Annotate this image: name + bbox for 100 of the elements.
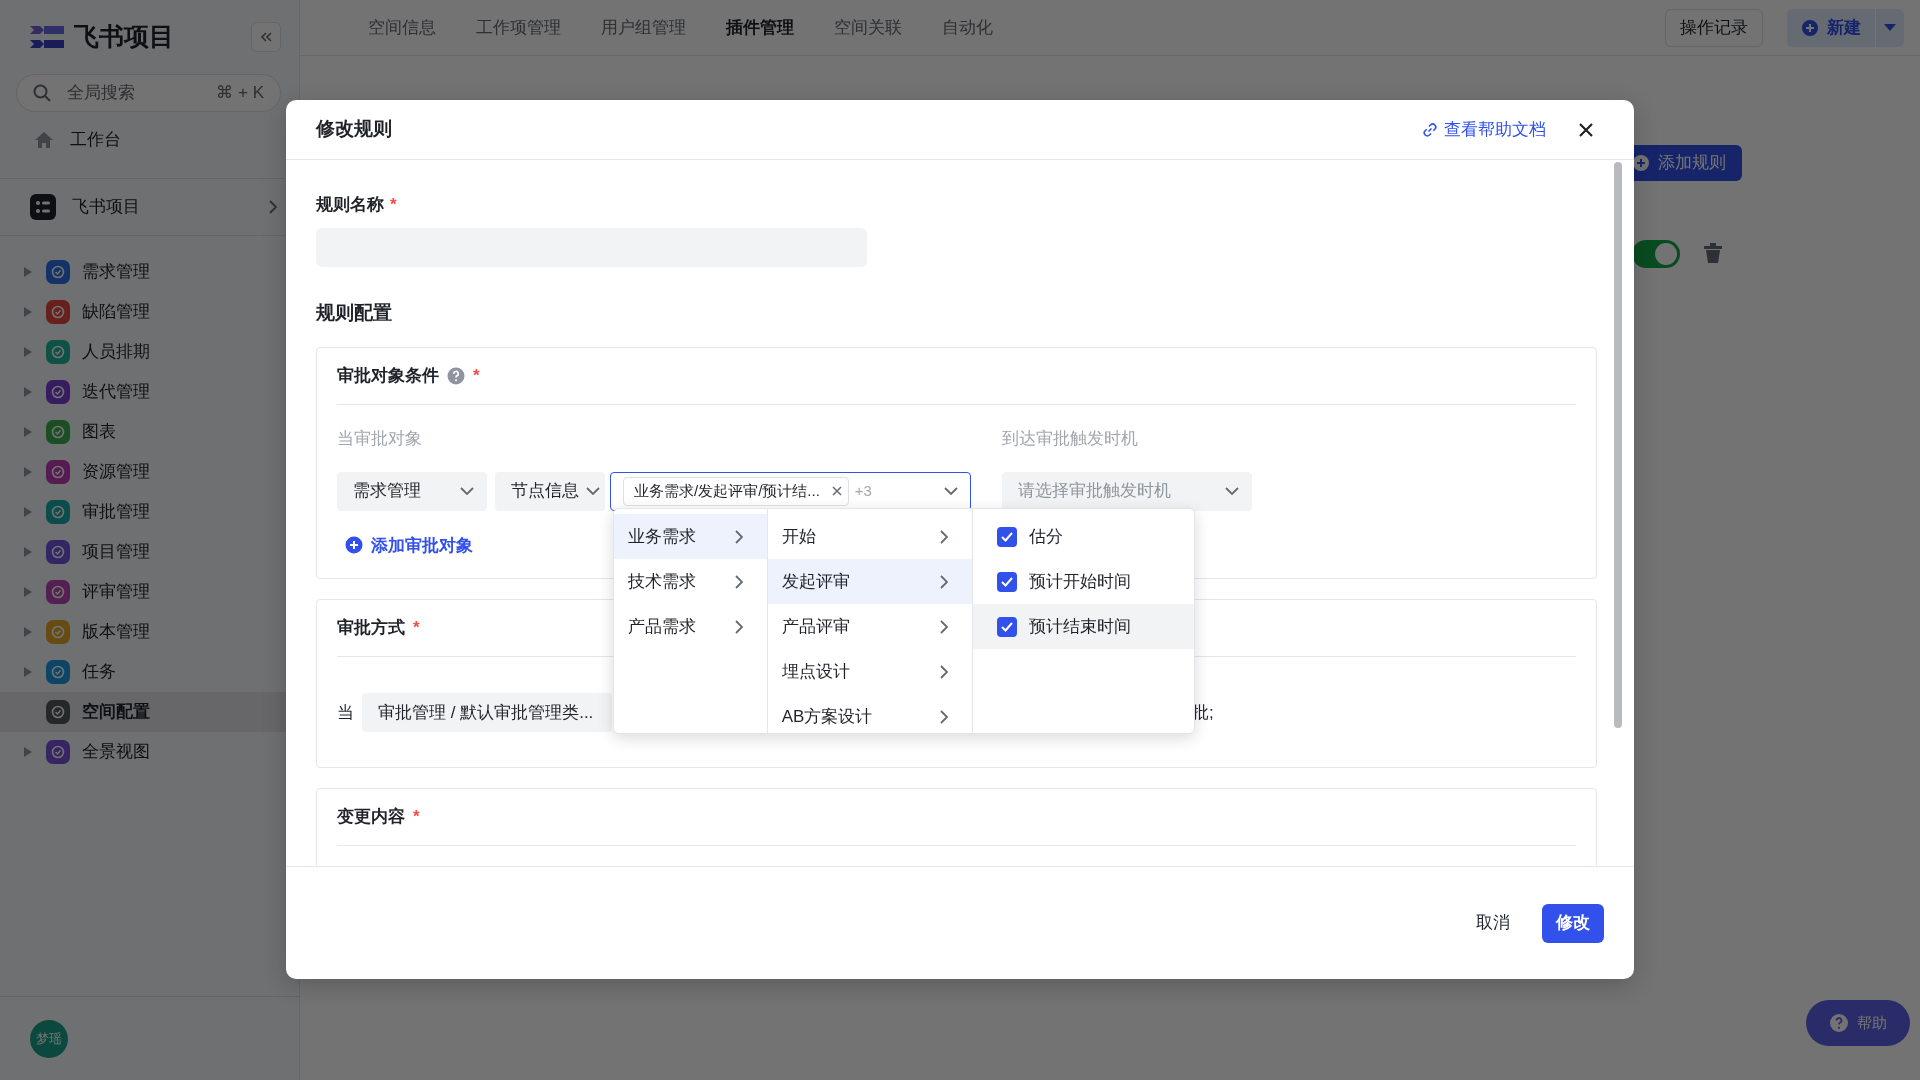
checkbox[interactable]: [997, 526, 1018, 547]
expand-icon: [24, 667, 32, 677]
menu-item[interactable]: 开始: [767, 514, 973, 559]
menu-item[interactable]: 发起评审: [767, 559, 973, 604]
menu-item[interactable]: 埋点设计: [767, 649, 973, 694]
check-icon: [1001, 621, 1014, 632]
chevron-right-icon: [734, 529, 743, 544]
menu-item[interactable]: AB方案设计: [767, 694, 973, 733]
sidebar-item[interactable]: 评审管理: [0, 572, 299, 612]
link-icon: [1422, 121, 1438, 138]
chevron-right-icon: [269, 200, 277, 214]
field-label: 到达审批触发时机: [1002, 428, 1139, 450]
close-icon[interactable]: [831, 486, 842, 496]
select-field[interactable]: 审批管理 / 默认审批管理类...: [362, 693, 612, 732]
dropdown-toggle-button[interactable]: [1876, 8, 1904, 47]
nav-tab[interactable]: 空间信息: [348, 14, 456, 41]
expand-icon: [24, 387, 32, 397]
expand-icon: [24, 267, 32, 277]
sidebar-item[interactable]: 需求管理: [0, 252, 299, 292]
section-heading: 规则配置: [316, 300, 393, 325]
sidebar-item[interactable]: 全景视图: [0, 732, 299, 772]
checkbox[interactable]: [997, 616, 1018, 637]
nav-tab[interactable]: 空间关联: [814, 14, 922, 41]
selected-tag: 业务需求/发起评审/预计结...: [623, 476, 849, 506]
expand-icon: [24, 307, 32, 317]
condition-text: 当: [337, 701, 354, 724]
chevron-right-icon: [734, 574, 743, 589]
chevron-right-icon: [734, 619, 743, 634]
nav-tab[interactable]: 用户组管理: [581, 14, 706, 41]
expand-icon: [24, 467, 32, 477]
menu-item[interactable]: 业务需求: [614, 514, 767, 559]
chevron-down-icon: [460, 487, 474, 495]
select-field[interactable]: 需求管理: [337, 471, 487, 511]
sidebar-item[interactable]: 缺陷管理: [0, 292, 299, 332]
sidebar-item[interactable]: 资源管理: [0, 452, 299, 492]
chevron-right-icon: [940, 574, 949, 589]
workbench-item[interactable]: 工作台: [0, 118, 299, 162]
sidebar-item[interactable]: 人员排期: [0, 332, 299, 372]
close-icon: [1578, 121, 1594, 138]
nav-tab[interactable]: 插件管理: [706, 14, 814, 41]
multi-select-field[interactable]: 业务需求/发起评审/预计结... +3: [610, 471, 971, 511]
check-icon: [1001, 531, 1014, 542]
section-title: 变更内容: [337, 806, 405, 829]
search-field[interactable]: 全局搜索 ⌘ + K: [16, 74, 281, 112]
cancel-button[interactable]: 取消: [1470, 910, 1516, 936]
expand-icon: [24, 747, 32, 757]
space-switcher[interactable]: 飞书项目: [0, 179, 299, 235]
required-mark: *: [413, 617, 420, 640]
submit-button[interactable]: 修改: [1542, 903, 1604, 943]
select-field[interactable]: 节点信息: [495, 471, 605, 511]
trash-icon[interactable]: [1702, 242, 1724, 264]
section-title: 审批方式: [337, 617, 405, 640]
help-button[interactable]: 帮助: [1806, 1000, 1910, 1046]
caret-icon: [1884, 23, 1896, 32]
add-target-link[interactable]: 添加审批对象: [345, 532, 473, 558]
help-icon: [1829, 1013, 1849, 1033]
required-mark: *: [473, 365, 480, 388]
menu-item[interactable]: 技术需求: [614, 559, 767, 604]
chevron-right-icon: [940, 664, 949, 679]
search-icon: [33, 84, 51, 102]
rule-toggle[interactable]: [1632, 240, 1680, 268]
checkbox-option[interactable]: 预计开始时间: [973, 559, 1194, 604]
plus-circle-icon: [345, 536, 363, 555]
chevron-down-icon: [586, 487, 600, 495]
help-doc-link[interactable]: 查看帮助文档: [1422, 116, 1546, 143]
chevron-down-icon: [1225, 487, 1239, 495]
section-title: 审批对象条件: [337, 365, 439, 388]
expand-icon: [24, 347, 32, 357]
chevron-right-icon: [940, 529, 949, 544]
field-label: 当审批对象: [337, 428, 423, 450]
menu-item[interactable]: 产品评审: [767, 604, 973, 649]
field-label: 规则名称: [316, 195, 384, 214]
sidebar-item[interactable]: 审批管理: [0, 492, 299, 532]
required-mark: *: [413, 806, 420, 829]
expand-icon: [24, 587, 32, 597]
new-button[interactable]: 新建: [1787, 8, 1875, 47]
close-button[interactable]: [1578, 121, 1594, 138]
scrollbar[interactable]: [1614, 162, 1622, 728]
sidebar-item[interactable]: 迭代管理: [0, 372, 299, 412]
nav-tab[interactable]: 自动化: [922, 14, 1013, 41]
expand-icon: [24, 547, 32, 557]
expand-icon: [24, 427, 32, 437]
sidebar-item[interactable]: 项目管理: [0, 532, 299, 572]
select-field[interactable]: 请选择审批触发时机: [1002, 471, 1252, 511]
expand-icon: [24, 627, 32, 637]
checkbox[interactable]: [997, 571, 1018, 592]
chevron-right-icon: [940, 619, 949, 634]
collapse-icon: [260, 32, 272, 42]
more-count: +3: [854, 480, 873, 501]
history-button[interactable]: 操作记录: [1665, 8, 1763, 47]
required-mark: *: [390, 195, 397, 214]
checkbox-option[interactable]: 估分: [973, 514, 1194, 559]
sidebar-item[interactable]: 图表: [0, 412, 299, 452]
sidebar-item[interactable]: 任务: [0, 652, 299, 692]
user-avatar[interactable]: 梦瑶: [30, 1019, 68, 1058]
checkbox-option[interactable]: 预计结束时间: [973, 604, 1194, 649]
dialog-title: 修改规则: [316, 117, 393, 142]
nav-tab[interactable]: 工作项管理: [456, 14, 581, 41]
menu-item[interactable]: 产品需求: [614, 604, 767, 649]
sidebar-item[interactable]: 版本管理: [0, 612, 299, 652]
